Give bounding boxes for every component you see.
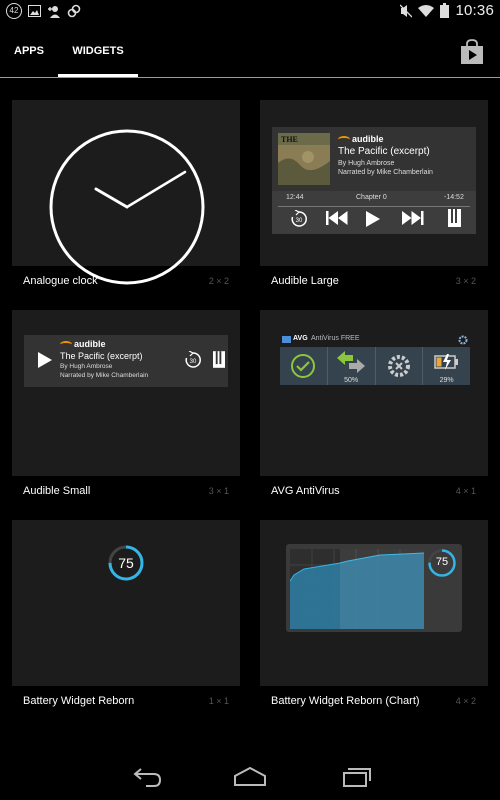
- battery-charging-icon: [433, 354, 458, 370]
- widget-label: AVG AntiVirus: [271, 485, 340, 497]
- audiobook-author: By Hugh Ambrose: [60, 363, 113, 370]
- svg-text:30: 30: [190, 359, 197, 365]
- sync-icon: [67, 4, 81, 18]
- widget-grid: Analogue clock 2 × 2 THE PACIFIC audible…: [0, 78, 500, 738]
- tab-bar: APPS WIDGETS: [0, 24, 500, 78]
- battery-history-chart: [290, 549, 424, 629]
- next-icon: [402, 211, 424, 225]
- gear-x-icon: [387, 355, 410, 377]
- battery-icon: [440, 3, 450, 18]
- notification-count-icon: 42: [6, 3, 22, 19]
- widget-label: Battery Widget Reborn (Chart): [271, 695, 420, 707]
- recents-icon[interactable]: [338, 764, 374, 788]
- tab-apps[interactable]: APPS: [0, 24, 58, 78]
- play-icon: [366, 211, 380, 227]
- avg-task-killer-cell: 50%: [328, 347, 376, 385]
- widget-preview-analogue-clock[interactable]: [12, 100, 240, 285]
- widget-preview-audible-large[interactable]: THE PACIFIC audible The Pacific (excerpt…: [260, 100, 488, 266]
- audible-small-preview: audible The Pacific (excerpt) By Hugh Am…: [24, 335, 228, 387]
- chapter-label: Chapter 0: [356, 194, 387, 201]
- status-bar: 42 10:36: [0, 0, 500, 24]
- audiobook-narrator: Narrated by Mike Chamberlain: [60, 372, 149, 379]
- analog-clock-preview: [49, 129, 205, 285]
- avg-value: 29%: [439, 377, 454, 384]
- mute-icon: [400, 4, 413, 17]
- avg-value: 50%: [344, 377, 359, 384]
- battery-chart-preview: 75: [286, 544, 462, 632]
- svg-text:30: 30: [296, 218, 303, 224]
- skip-back-30-icon: 30: [185, 351, 201, 368]
- widget-preview-avg-antivirus[interactable]: AVG AntiVirus FREE 50% 29%: [260, 310, 488, 476]
- back-icon[interactable]: [128, 764, 164, 788]
- widget-preview-audible-small[interactable]: audible The Pacific (excerpt) By Hugh Am…: [12, 310, 240, 476]
- status-system: 10:36: [400, 2, 494, 19]
- home-icon[interactable]: [232, 764, 268, 788]
- audible-large-preview: THE PACIFIC audible The Pacific (excerpt…: [272, 127, 476, 234]
- player-controls: 12:44 Chapter 0 -14:52 30: [272, 191, 476, 234]
- remaining-time: -14:52: [444, 194, 464, 201]
- play-icon: [38, 352, 52, 368]
- avg-product: AntiVirus FREE: [311, 335, 360, 342]
- skip-back-30-icon: 30: [291, 210, 307, 227]
- widget-label: Audible Large: [271, 275, 339, 287]
- audible-logo: audible: [60, 339, 106, 349]
- widget-preview-battery-chart[interactable]: 75: [260, 520, 488, 686]
- book-cover: THE PACIFIC: [278, 133, 330, 185]
- widget-size: 3 × 1: [208, 486, 229, 496]
- battery-level-text: 75: [118, 555, 134, 571]
- battery-level-text: 75: [435, 556, 449, 568]
- image-icon: [28, 5, 41, 17]
- widget-size: 4 × 1: [455, 486, 476, 496]
- widget-size: 3 × 2: [455, 276, 476, 286]
- widget-size: 1 × 1: [208, 696, 229, 706]
- status-time: 10:36: [455, 2, 494, 19]
- avg-battery-cell: 29%: [423, 347, 470, 385]
- status-notifications: 42: [6, 3, 81, 19]
- navigation-bar: [0, 752, 500, 800]
- widget-label: Audible Small: [23, 485, 91, 497]
- widget-preview-battery-widget[interactable]: 75: [12, 520, 240, 686]
- avg-brand: AVG: [293, 335, 308, 342]
- audiobook-author: By Hugh Ambrose: [338, 160, 395, 167]
- audiobook-title: The Pacific (excerpt): [60, 351, 143, 361]
- widget-size: 4 × 2: [455, 696, 476, 706]
- library-icon: [448, 209, 461, 227]
- audible-logo: audible: [338, 134, 384, 144]
- tab-widgets[interactable]: WIDGETS: [58, 24, 138, 78]
- widget-label: Analogue clock: [23, 275, 98, 287]
- wifi-icon: [418, 5, 435, 17]
- gear-icon: [458, 335, 468, 345]
- widget-label: Battery Widget Reborn: [23, 695, 135, 707]
- progress-bar: [278, 206, 470, 207]
- avg-power-cell: [376, 347, 424, 385]
- elapsed-time: 12:44: [286, 194, 304, 201]
- avg-header: AVG AntiVirus FREE: [280, 335, 470, 347]
- previous-icon: [326, 211, 348, 225]
- add-contact-icon: [48, 5, 60, 18]
- transfer-arrows-icon: [337, 351, 366, 373]
- store-bag-icon[interactable]: [460, 39, 484, 65]
- audiobook-title: The Pacific (excerpt): [338, 146, 430, 157]
- library-icon: [213, 351, 225, 368]
- audiobook-narrator: Narrated by Mike Chamberlain: [338, 169, 433, 176]
- widget-size: 2 × 2: [208, 276, 229, 286]
- check-circle-icon: [291, 354, 316, 378]
- avg-protection-cell: [280, 347, 328, 385]
- avg-panel: 50% 29%: [280, 347, 470, 385]
- avg-preview: AVG AntiVirus FREE 50% 29%: [280, 335, 470, 387]
